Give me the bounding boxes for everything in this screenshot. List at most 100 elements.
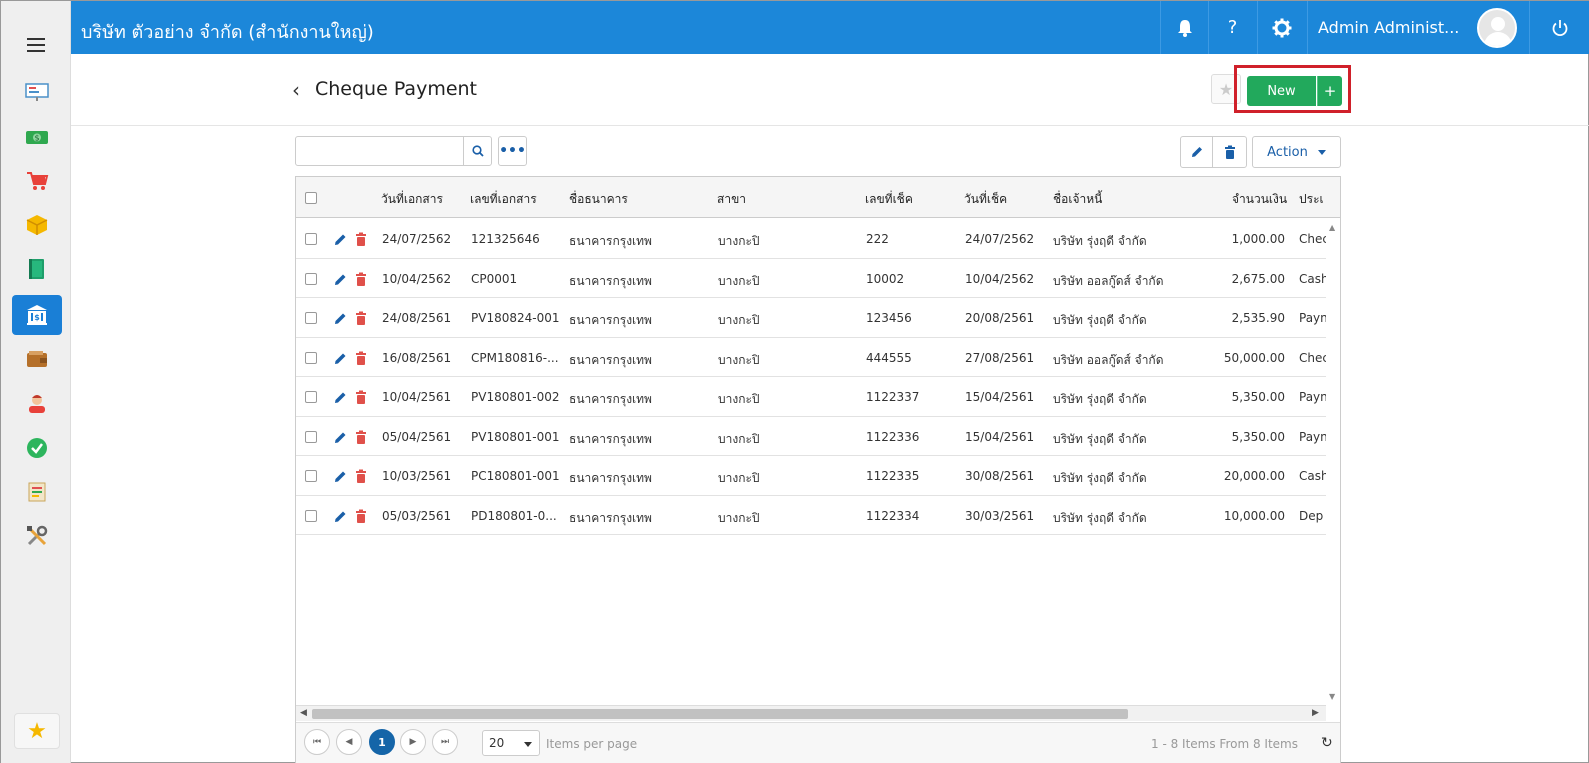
cell-branch: บางกะปิ [718, 471, 760, 485]
action-dropdown[interactable]: Action [1252, 136, 1341, 168]
cell-cheque-date: 30/03/2561 [965, 508, 1035, 523]
company-name[interactable]: บริษัท ตัวอย่าง จำกัด (สำนักงานใหญ่) [81, 17, 374, 46]
logout-button[interactable] [1529, 1, 1589, 54]
sidebar-item-hr[interactable] [12, 383, 62, 423]
cell-amount: 2,535.90 [1231, 311, 1285, 325]
sidebar-item-bank[interactable]: $ [12, 295, 62, 335]
new-plus-button[interactable]: + [1317, 76, 1342, 106]
help-button[interactable]: ? [1208, 1, 1256, 54]
sidebar-item-finance[interactable]: $ [12, 117, 62, 157]
page-button-current[interactable]: 1 [369, 729, 395, 755]
menu-icon[interactable] [27, 38, 45, 52]
delete-trash-icon[interactable] [355, 390, 367, 404]
vertical-scrollbar[interactable]: ▲ ▼ [1326, 219, 1340, 705]
edit-pencil-icon[interactable] [334, 430, 348, 444]
delete-trash-icon[interactable] [355, 232, 367, 246]
sidebar-item-accounting[interactable] [12, 249, 62, 289]
edit-pencil-icon[interactable] [334, 509, 348, 523]
edit-pencil-icon[interactable] [334, 232, 348, 246]
first-page-button[interactable]: ⏮ [304, 729, 330, 755]
new-button-highlight: New + [1234, 65, 1351, 113]
delete-trash-icon[interactable] [355, 430, 367, 444]
table-row[interactable]: 10/04/2561 PV180801-002 ธนาคารกรุงเทพ บางกะ… [296, 377, 1326, 417]
next-page-button[interactable]: ▶ [400, 729, 426, 755]
delete-trash-icon[interactable] [355, 351, 367, 365]
row-checkbox[interactable] [305, 509, 317, 522]
notifications-button[interactable] [1160, 1, 1208, 54]
bulk-delete-button[interactable] [1212, 136, 1247, 168]
search-button[interactable] [463, 136, 492, 166]
table-row[interactable]: 10/03/2561 PC180801-001 ธนาคารกรุงเทพ บางกะ… [296, 456, 1326, 496]
edit-pencil-icon[interactable] [334, 311, 348, 325]
cell-bank-name: ธนาคารกรุงเทพ [569, 431, 652, 446]
more-options-button[interactable]: ••• [498, 136, 527, 166]
page-size-select[interactable]: 20 [482, 730, 540, 756]
header-bank-name[interactable]: ชื่อธนาคาร [569, 190, 628, 209]
cell-bank-name: ธนาคารกรุงเทพ [569, 234, 652, 248]
cell-doc-no: PV180801-002 [471, 390, 560, 404]
row-checkbox[interactable] [305, 272, 317, 285]
edit-pencil-icon[interactable] [334, 272, 348, 286]
table-row[interactable]: 16/08/2561 CPM180816-... ธนาคารกรุงเทพ บางก… [296, 338, 1326, 377]
header-doc-no[interactable]: เลขที่เอกสาร [470, 190, 537, 209]
user-menu[interactable]: Admin Administ... [1307, 1, 1529, 54]
row-checkbox[interactable] [305, 351, 317, 364]
cell-amount: 20,000.00 [1223, 469, 1285, 483]
cell-cheque-no: 123456 [866, 311, 912, 325]
row-checkbox[interactable] [305, 233, 317, 245]
edit-pencil-icon[interactable] [334, 469, 348, 483]
search-input[interactable] [295, 136, 465, 166]
header-amount[interactable]: จำนวนเงิน [1232, 190, 1287, 209]
scroll-thumb[interactable] [312, 709, 1128, 719]
scroll-left-icon[interactable]: ◀ [300, 708, 307, 718]
header-type[interactable]: ประเ [1299, 190, 1339, 209]
prev-page-button[interactable]: ◀ [336, 729, 362, 755]
select-all-checkbox[interactable] [305, 192, 317, 204]
sidebar-item-wallet[interactable] [12, 339, 62, 379]
row-checkbox[interactable] [305, 312, 317, 324]
edit-pencil-icon[interactable] [334, 390, 348, 404]
favorites-star-icon[interactable]: ★ [14, 713, 60, 749]
settings-button[interactable] [1257, 1, 1305, 54]
horizontal-scrollbar[interactable]: ◀ ▶ [296, 705, 1326, 721]
cell-doc-no: PV180824-001 [471, 311, 560, 325]
sidebar-item-approval[interactable] [12, 428, 62, 468]
bulk-edit-button[interactable] [1180, 136, 1213, 168]
header-doc-date[interactable]: วันที่เอกสาร [381, 190, 443, 209]
edit-pencil-icon[interactable] [334, 351, 348, 365]
cheque-payment-grid: วันที่เอกสาร เลขที่เอกสาร ชื่อธนาคาร สาข… [295, 176, 1341, 763]
delete-trash-icon[interactable] [355, 469, 367, 483]
new-button[interactable]: New [1247, 76, 1316, 106]
header-branch[interactable]: สาขา [717, 190, 746, 209]
back-chevron-icon[interactable]: ‹ [292, 78, 300, 102]
table-row[interactable]: 24/07/2562 121325646 ธนาคารกรุงเทพ บางกะปิ 2… [296, 219, 1326, 259]
scroll-right-icon[interactable]: ▶ [1312, 708, 1319, 718]
sidebar-item-sales[interactable] [12, 161, 62, 201]
last-page-button[interactable]: ⏭ [432, 729, 458, 755]
header-cheque-no[interactable]: เลขที่เช็ค [865, 190, 913, 209]
row-checkbox[interactable] [305, 430, 317, 443]
scroll-up-icon[interactable]: ▲ [1329, 223, 1335, 232]
sidebar-item-reports[interactable] [12, 472, 62, 512]
table-row[interactable]: 05/04/2561 PV180801-001 ธนาคารกรุงเทพ บางกะ… [296, 417, 1326, 456]
table-row[interactable]: 05/03/2561 PD180801-0... ธนาคารกรุงเทพ บางก… [296, 496, 1326, 535]
table-row[interactable]: 24/08/2561 PV180824-001 ธนาคารกรุงเทพ บางกะ… [296, 298, 1326, 338]
scroll-down-icon[interactable]: ▼ [1329, 692, 1335, 701]
row-checkbox[interactable] [305, 391, 317, 403]
header-cheque-date[interactable]: วันที่เช็ค [964, 190, 1007, 209]
delete-trash-icon[interactable] [355, 509, 367, 523]
wallet-icon [27, 351, 47, 367]
delete-trash-icon[interactable] [355, 272, 367, 286]
row-checkbox[interactable] [305, 470, 317, 482]
refresh-icon[interactable]: ↻ [1321, 735, 1333, 751]
sidebar-item-inventory[interactable] [12, 205, 62, 245]
cell-branch: บางกะปิ [718, 510, 760, 525]
sidebar-item-dashboard[interactable] [12, 72, 62, 112]
topbar: บริษัท ตัวอย่าง จำกัด (สำนักงานใหญ่) ? A… [71, 1, 1589, 54]
table-row[interactable]: 10/04/2562 CP0001 ธนาคารกรุงเทพ บางกะปิ 1000… [296, 259, 1326, 298]
cell-creditor: บริษัท รุ่งฤดี จำกัด [1053, 510, 1147, 525]
delete-trash-icon[interactable] [355, 311, 367, 325]
book-icon [29, 259, 44, 279]
sidebar-item-settings[interactable] [12, 516, 62, 556]
header-creditor[interactable]: ชื่อเจ้าหนี้ [1053, 190, 1102, 209]
